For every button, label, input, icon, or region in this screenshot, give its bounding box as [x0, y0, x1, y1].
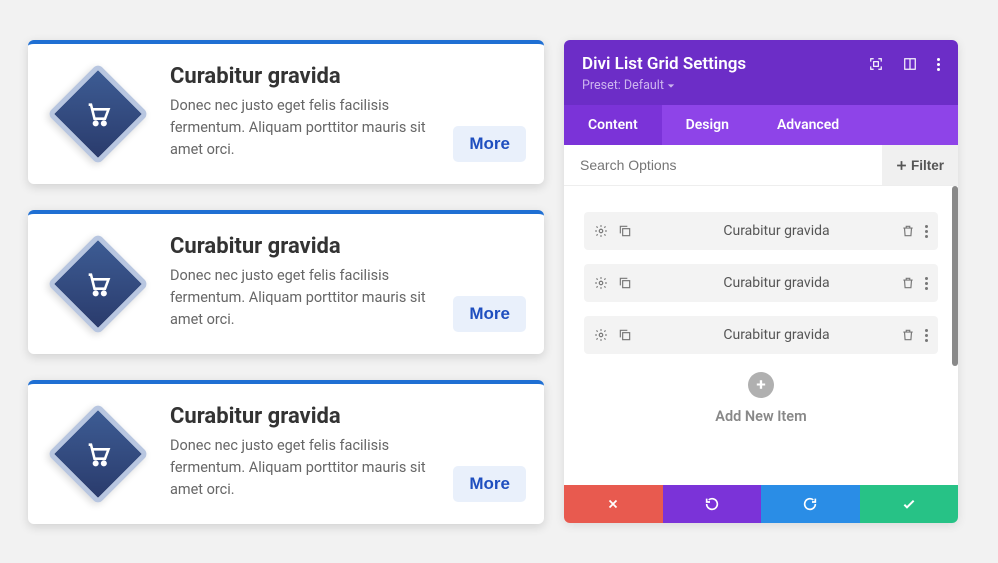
- card-icon-diamond: [47, 233, 149, 335]
- duplicate-icon[interactable]: [618, 224, 632, 238]
- preview-column: Curabitur gravida Donec nec justo eget f…: [28, 40, 544, 523]
- gear-icon[interactable]: [594, 276, 608, 290]
- filter-button[interactable]: Filter: [882, 145, 958, 185]
- cart-icon: [84, 440, 112, 468]
- more-menu-icon[interactable]: [937, 58, 940, 71]
- layout-icon[interactable]: [903, 57, 917, 71]
- card-title: Curabitur gravida: [170, 404, 526, 429]
- scrollbar[interactable]: [952, 186, 958, 366]
- filter-label: Filter: [911, 158, 944, 173]
- more-button[interactable]: More: [453, 126, 526, 162]
- trash-icon[interactable]: [901, 276, 915, 290]
- card-icon-wrap: [46, 402, 150, 506]
- list-item[interactable]: Curabitur gravida: [584, 316, 938, 354]
- panel-tabs: Content Design Advanced: [564, 105, 958, 145]
- settings-panel: Divi List Grid Settings Preset: Default …: [564, 40, 958, 523]
- card-title: Curabitur gravida: [170, 64, 526, 89]
- search-input[interactable]: [564, 145, 882, 185]
- more-button[interactable]: More: [453, 296, 526, 332]
- item-label: Curabitur gravida: [652, 327, 901, 343]
- tab-design[interactable]: Design: [662, 105, 753, 145]
- list-grid-card: Curabitur gravida Donec nec justo eget f…: [28, 40, 544, 184]
- cart-icon: [84, 270, 112, 298]
- card-icon-diamond: [47, 403, 149, 505]
- search-row: Filter: [564, 145, 958, 186]
- card-icon-wrap: [46, 62, 150, 166]
- gear-icon[interactable]: [594, 328, 608, 342]
- list-grid-card: Curabitur gravida Donec nec justo eget f…: [28, 210, 544, 354]
- card-icon-diamond: [47, 63, 149, 165]
- panel-header: Divi List Grid Settings Preset: Default: [564, 40, 958, 105]
- add-item-area: + Add New Item: [584, 372, 938, 425]
- tab-advanced[interactable]: Advanced: [753, 105, 863, 145]
- duplicate-icon[interactable]: [618, 328, 632, 342]
- preset-dropdown[interactable]: Preset: Default: [582, 78, 675, 93]
- preset-label: Preset: Default: [582, 78, 664, 93]
- undo-button[interactable]: [663, 485, 762, 523]
- card-title: Curabitur gravida: [170, 234, 526, 259]
- duplicate-icon[interactable]: [618, 276, 632, 290]
- close-icon: [606, 497, 620, 511]
- save-button[interactable]: [860, 485, 959, 523]
- item-label: Curabitur gravida: [652, 275, 901, 291]
- items-area: Curabitur gravida Curabitur gravida Cu: [564, 186, 958, 485]
- item-menu-icon[interactable]: [925, 329, 928, 342]
- chevron-down-icon: [667, 82, 675, 90]
- panel-title: Divi List Grid Settings: [582, 54, 746, 74]
- tab-content[interactable]: Content: [564, 105, 662, 145]
- panel-header-actions: [869, 57, 940, 71]
- card-icon-wrap: [46, 232, 150, 336]
- expand-icon[interactable]: [869, 57, 883, 71]
- cancel-button[interactable]: [564, 485, 663, 523]
- more-button[interactable]: More: [453, 466, 526, 502]
- add-item-label: Add New Item: [584, 408, 938, 425]
- redo-icon: [802, 496, 818, 512]
- add-item-button[interactable]: +: [748, 372, 774, 398]
- trash-icon[interactable]: [901, 224, 915, 238]
- card-description: Donec nec justo eget felis facilisis fer…: [170, 95, 430, 160]
- item-menu-icon[interactable]: [925, 277, 928, 290]
- item-menu-icon[interactable]: [925, 225, 928, 238]
- item-label: Curabitur gravida: [652, 223, 901, 239]
- trash-icon[interactable]: [901, 328, 915, 342]
- plus-icon: [896, 160, 907, 171]
- gear-icon[interactable]: [594, 224, 608, 238]
- check-icon: [901, 496, 917, 512]
- panel-footer: [564, 485, 958, 523]
- card-description: Donec nec justo eget felis facilisis fer…: [170, 265, 430, 330]
- list-grid-card: Curabitur gravida Donec nec justo eget f…: [28, 380, 544, 524]
- list-item[interactable]: Curabitur gravida: [584, 264, 938, 302]
- card-description: Donec nec justo eget felis facilisis fer…: [170, 435, 430, 500]
- undo-icon: [704, 496, 720, 512]
- list-item[interactable]: Curabitur gravida: [584, 212, 938, 250]
- cart-icon: [84, 100, 112, 128]
- redo-button[interactable]: [761, 485, 860, 523]
